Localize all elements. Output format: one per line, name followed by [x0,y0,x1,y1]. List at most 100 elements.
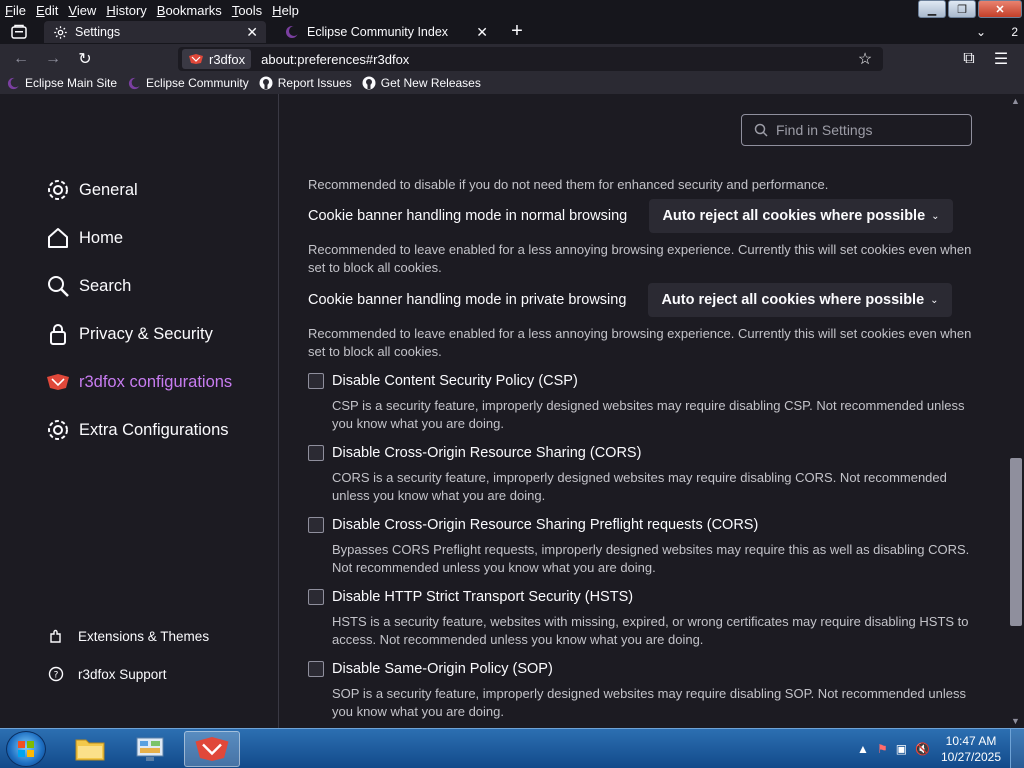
menu-history[interactable]: History [101,3,151,18]
new-tab-button[interactable]: + [506,21,528,43]
close-icon[interactable]: ✕ [246,24,258,41]
checkbox-label: Disable Same-Origin Policy (SOP) [332,661,553,677]
checkbox[interactable] [308,445,324,461]
vertical-scrollbar[interactable]: ▲ ▼ [1008,94,1024,728]
search-placeholder: Find in Settings [776,122,873,138]
url-text[interactable]: about:preferences#r3dfox [261,52,409,67]
disable-hsts-checkbox[interactable]: Disable HTTP Strict Transport Security (… [308,589,633,605]
restore-button[interactable]: ❐ [948,0,976,18]
support-link[interactable]: ? r3dfox Support [48,663,167,685]
checkbox[interactable] [308,589,324,605]
bookmark-star-button[interactable]: ☆ [855,48,875,70]
cookie-banner-private-select[interactable]: Auto reject all cookies where possible ⌄ [648,283,952,317]
disable-csp-checkbox[interactable]: Disable Content Security Policy (CSP) [308,373,578,389]
close-window-button[interactable]: ✕ [978,0,1022,18]
control-panel-icon [136,737,164,761]
tab-eclipse-community-index[interactable]: Eclipse Community Index ✕ [276,21,496,43]
menu-edit[interactable]: Edit [31,3,63,18]
forward-button[interactable]: → [42,48,64,70]
clock[interactable]: 10:47 AM 10/27/2025 [938,733,1004,765]
cookie-banner-normal-select[interactable]: Auto reject all cookies where possible ⌄ [649,199,953,233]
r3dfox-icon [195,737,229,761]
close-icon[interactable]: ✕ [476,24,488,41]
menu-bookmarks[interactable]: Bookmarks [152,3,227,18]
scroll-up-icon[interactable]: ▲ [1011,96,1020,106]
scrollbar-thumb[interactable] [1010,458,1022,626]
eclipse-icon [127,76,141,90]
checkbox-label: Disable Cross-Origin Resource Sharing (C… [332,445,642,461]
scroll-down-icon[interactable]: ▼ [1011,716,1020,726]
category-label: Privacy & Security [79,324,213,343]
list-all-tabs-button[interactable]: ⌄ 2 [976,22,1018,42]
category-general[interactable]: General [46,176,138,204]
taskbar-control-panel[interactable] [122,731,178,767]
reload-button[interactable]: ↻ [74,48,96,70]
bookmark-label: Eclipse Main Site [25,76,118,90]
category-label: Home [79,228,124,247]
category-privacy-security[interactable]: Privacy & Security [46,320,213,348]
bookmark-label: Eclipse Community [146,76,249,90]
bookmark-eclipse-main-site[interactable]: Eclipse Main Site [6,76,117,90]
puzzle-icon [48,628,64,644]
windows-logo-icon [18,741,34,757]
star-icon: ☆ [857,51,873,68]
category-search[interactable]: Search [46,272,131,300]
search-input[interactable]: Find in Settings [741,114,972,146]
svg-text:?: ? [54,671,59,681]
disable-cors-checkbox[interactable]: Disable Cross-Origin Resource Sharing (C… [308,445,641,461]
bookmark-label: Report Issues [277,76,352,90]
checkbox-description: SOP is a security feature, improperly de… [332,686,966,719]
checkbox[interactable] [308,373,324,389]
minimize-button[interactable]: ▁ [918,0,946,18]
menu-help[interactable]: Help [267,3,304,18]
bookmarks-toolbar: Eclipse Main Site Eclipse Community Repo… [0,72,1024,94]
home-icon [46,226,70,250]
show-desktop-button[interactable] [1010,729,1024,768]
category-home[interactable]: Home [46,224,123,252]
disable-sop-checkbox[interactable]: Disable Same-Origin Policy (SOP) [308,661,553,677]
checkbox-description: Bypasses CORS Preflight requests, improp… [332,542,970,575]
category-r3dfox-configurations[interactable]: r3dfox configurations [46,368,232,396]
support-label: r3dfox Support [78,666,167,682]
taskbar-file-explorer[interactable] [62,731,118,767]
folder-icon [75,739,105,761]
menu-file[interactable]: File [0,3,31,18]
cookie-banner-normal-desc: Recommended to leave enabled for a less … [308,242,972,275]
navigation-toolbar: ← → ↻ r3dfox about:preferences#r3dfox ☆ … [0,44,1024,72]
addons-link[interactable]: Extensions & Themes [48,625,209,647]
start-button[interactable] [6,731,46,767]
chevron-down-icon: ⌄ [930,294,939,306]
windows-taskbar: ▲ ⚑ ▣ 🔇 10:47 AM 10/27/2025 [0,728,1024,768]
main-pane: Find in Settings Recommended to disable … [280,94,1008,728]
hamburger-menu-icon: ☰ [993,51,1009,68]
tab-settings[interactable]: Settings ✕ [44,21,266,43]
github-icon [362,76,376,90]
gear-icon [52,24,68,40]
app-menu-button[interactable]: ☰ [990,48,1012,70]
category-extra-configurations[interactable]: Extra Configurations [46,416,229,444]
r3dfox-icon [46,370,70,394]
show-hidden-icons-icon[interactable]: ▲ [857,742,869,756]
back-button[interactable]: ← [10,48,32,70]
checkbox-label: Disable Content Security Policy (CSP) [332,373,578,389]
checkbox[interactable] [308,661,324,677]
bookmark-eclipse-community[interactable]: Eclipse Community [127,76,249,90]
firefox-view-button[interactable] [4,22,34,42]
bookmark-get-new-releases[interactable]: Get New Releases [362,76,481,90]
taskbar-r3dfox[interactable] [184,731,240,767]
bookmark-report-issues[interactable]: Report Issues [259,76,352,90]
volume-muted-icon[interactable]: 🔇 [915,742,930,756]
identity-box[interactable]: r3dfox [182,49,252,69]
url-bar[interactable]: r3dfox about:preferences#r3dfox ☆ [178,47,883,71]
disable-cors-preflight-checkbox[interactable]: Disable Cross-Origin Resource Sharing Pr… [308,517,758,533]
menu-tools[interactable]: Tools [227,3,267,18]
select-value: Auto reject all cookies where possible [662,208,926,224]
window-controls: ▁ ❐ ✕ [918,0,1022,18]
tab-label: Settings [75,25,121,39]
checkbox[interactable] [308,517,324,533]
network-icon[interactable]: ▣ [896,742,907,756]
extensions-button[interactable]: ⧉ [958,48,980,70]
menu-view[interactable]: View [63,3,101,18]
chevron-down-icon: ⌄ [931,210,940,222]
action-center-icon[interactable]: ⚑ [877,742,888,756]
